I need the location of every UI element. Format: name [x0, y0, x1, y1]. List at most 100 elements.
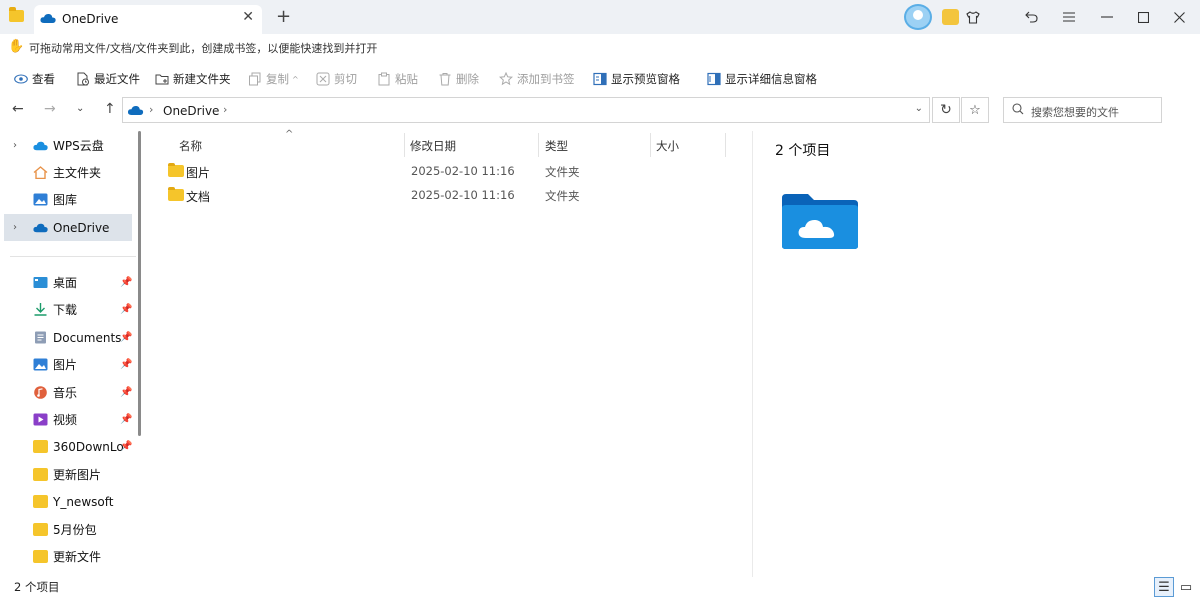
copy-button[interactable]: 复制 ^: [248, 70, 299, 88]
sidebar-item-label: 桌面: [53, 276, 78, 290]
sidebar-item-label: 更新文件: [53, 550, 102, 564]
close-button[interactable]: [1158, 0, 1200, 34]
breadcrumb-chevron-icon[interactable]: ›: [149, 103, 153, 116]
sidebar-item-music[interactable]: 音乐 📌: [4, 379, 132, 406]
column-divider[interactable]: [650, 133, 651, 157]
sidebar-item-folder[interactable]: 360DownLo 📌: [4, 433, 132, 460]
navigation-sidebar: › WPS云盘 主文件夹 图库 › OneDrive 桌面 📌 下载 📌 Doc…: [0, 131, 148, 577]
pin-icon[interactable]: 📌: [120, 441, 132, 452]
cut-button[interactable]: 剪切: [316, 70, 357, 88]
folder-icon: [168, 163, 184, 177]
search-placeholder: 搜索您想要的文件: [1031, 106, 1119, 119]
pin-icon[interactable]: 📌: [120, 332, 132, 343]
status-bar: 2 个项目 ☰ ▭: [0, 577, 1200, 600]
sidebar-scrollbar[interactable]: [138, 131, 141, 436]
up-arrow-icon[interactable]: ↑: [104, 101, 116, 117]
sidebar-item-home[interactable]: 主文件夹: [4, 159, 132, 186]
sidebar-item-gallery[interactable]: 图库: [4, 186, 132, 213]
sidebar-item-label: 音乐: [53, 386, 78, 400]
paste-button[interactable]: 粘贴: [377, 70, 418, 88]
tab-close-icon[interactable]: ✕: [242, 9, 254, 25]
breadcrumb-onedrive[interactable]: OneDrive: [163, 104, 219, 118]
documents-icon: [35, 331, 46, 344]
close-icon: [1173, 11, 1185, 23]
column-divider[interactable]: [538, 133, 539, 157]
maximize-icon: [1137, 11, 1149, 23]
address-bar[interactable]: › OneDrive › ⌄: [122, 97, 930, 123]
file-row[interactable]: 图片 2025-02-10 11:16 文件夹: [163, 160, 738, 184]
eye-icon: [14, 74, 28, 84]
sidebar-item-documents[interactable]: Documents 📌: [4, 324, 132, 351]
details-pane-button[interactable]: 显示详细信息窗格: [707, 70, 817, 88]
breadcrumb-chevron-icon[interactable]: ›: [223, 103, 227, 116]
user-avatar[interactable]: [904, 4, 932, 30]
column-header-size[interactable]: 大小: [656, 138, 679, 154]
status-item-count: 2 个项目: [14, 580, 60, 594]
sidebar-item-downloads[interactable]: 下载 📌: [4, 296, 132, 323]
pin-icon[interactable]: 📌: [120, 414, 132, 425]
column-divider[interactable]: [404, 133, 405, 157]
view-label: 查看: [32, 72, 55, 86]
column-divider[interactable]: [725, 133, 726, 157]
preview-pane-button[interactable]: 显示预览窗格: [593, 70, 680, 88]
sidebar-item-label: 更新图片: [53, 468, 102, 482]
hamburger-icon: [1063, 12, 1075, 22]
pin-icon[interactable]: 📌: [120, 277, 132, 288]
skin-button[interactable]: [952, 0, 994, 34]
bookmark-hint-text: 可拖动常用文件/文档/文件夹到此，创建成书签，以便能快速找到并打开: [29, 42, 378, 55]
sidebar-divider: [10, 256, 136, 257]
recent-files-button[interactable]: 最近文件: [76, 70, 140, 88]
details-view-button[interactable]: ☰: [1154, 577, 1174, 597]
bookmark-star-button[interactable]: ☆: [961, 97, 989, 123]
undo-button[interactable]: [1010, 0, 1052, 34]
expand-chevron-icon[interactable]: ›: [13, 140, 17, 151]
recent-file-icon: [77, 72, 89, 86]
expand-chevron-icon[interactable]: ›: [13, 222, 17, 233]
sidebar-item-wps-cloud[interactable]: › WPS云盘: [4, 132, 132, 159]
tab-onedrive[interactable]: OneDrive ✕: [34, 5, 262, 34]
tiles-view-button[interactable]: ▭: [1176, 577, 1196, 597]
sidebar-item-folder[interactable]: 5月份包: [4, 516, 132, 543]
refresh-button[interactable]: ↻: [932, 97, 960, 123]
sidebar-item-desktop[interactable]: 桌面 📌: [4, 269, 132, 296]
search-icon: [1012, 103, 1024, 115]
file-name: 文档: [186, 190, 211, 204]
delete-button[interactable]: 删除: [438, 70, 479, 88]
sidebar-item-folder[interactable]: Y_newsoft: [4, 488, 132, 515]
forward-arrow-icon[interactable]: →: [44, 101, 56, 117]
address-dropdown-chevron-icon[interactable]: ⌄: [915, 103, 923, 114]
sidebar-item-folder[interactable]: 更新图片: [4, 461, 132, 488]
sidebar-item-videos[interactable]: 视频 📌: [4, 406, 132, 433]
sidebar-item-pictures[interactable]: 图片 📌: [4, 351, 132, 378]
pin-icon[interactable]: 📌: [120, 387, 132, 398]
search-box[interactable]: 搜索您想要的文件: [1003, 97, 1162, 123]
back-arrow-icon[interactable]: ←: [12, 101, 24, 117]
copy-label: 复制: [266, 72, 289, 86]
cloud-icon: [33, 141, 48, 151]
sidebar-item-folder[interactable]: 更新文件: [4, 543, 132, 570]
pin-icon[interactable]: 📌: [120, 359, 132, 370]
list-view-icon: ☰: [1158, 579, 1170, 595]
column-header-date[interactable]: 修改日期: [410, 138, 456, 154]
bookmark-hint-bar[interactable]: ✋ 可拖动常用文件/文档/文件夹到此，创建成书签，以便能快速找到并打开: [0, 34, 1200, 60]
sidebar-item-onedrive[interactable]: › OneDrive: [4, 214, 132, 241]
menu-button[interactable]: [1048, 0, 1090, 34]
file-row[interactable]: 文档 2025-02-10 11:16 文件夹: [163, 184, 738, 208]
recent-locations-chevron-icon[interactable]: ⌄: [76, 103, 84, 114]
folder-app-icon: [9, 7, 24, 22]
copy-chevron-icon: ^: [292, 74, 299, 84]
view-button[interactable]: 查看: [14, 70, 55, 88]
pin-icon[interactable]: 📌: [120, 304, 132, 315]
preview-pane: 2 个项目: [752, 131, 1200, 577]
sidebar-item-label: OneDrive: [53, 220, 110, 235]
sidebar-item-label: WPS云盘: [53, 139, 104, 153]
add-bookmark-button[interactable]: 添加到书签: [499, 70, 575, 88]
new-folder-button[interactable]: 新建文件夹: [155, 70, 231, 88]
new-tab-button[interactable]: +: [276, 6, 291, 27]
gallery-icon: [33, 193, 48, 206]
column-header-type[interactable]: 类型: [545, 138, 568, 154]
file-type: 文件夹: [545, 165, 580, 179]
sidebar-item-label: 主文件夹: [53, 166, 102, 180]
pictures-icon: [33, 358, 48, 371]
column-header-name[interactable]: 名称: [179, 138, 202, 154]
